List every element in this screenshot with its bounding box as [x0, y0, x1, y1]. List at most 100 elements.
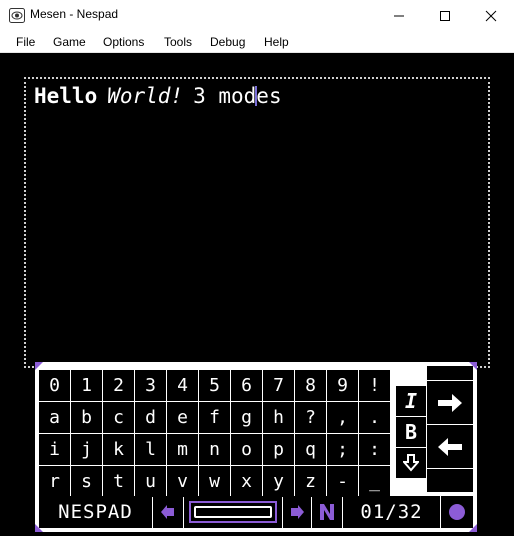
char-key[interactable]: d — [135, 402, 166, 433]
menu-bar: File Game Options Tools Debug Help — [0, 31, 514, 53]
char-key[interactable]: 3 — [135, 370, 166, 401]
menu-help[interactable]: Help — [264, 35, 289, 49]
bold-key[interactable]: B — [396, 417, 426, 447]
char-key[interactable]: 1 — [71, 370, 102, 401]
char-key[interactable]: . — [359, 402, 390, 433]
char-key-label: u — [145, 471, 156, 492]
word-world-italic: World! — [107, 84, 184, 108]
record-button[interactable] — [441, 496, 473, 528]
char-key[interactable]: o — [231, 434, 262, 465]
char-key-label: ! — [369, 375, 380, 396]
enter-key[interactable] — [427, 381, 473, 424]
window-title: Mesen - Nespad — [30, 7, 119, 21]
char-key[interactable]: x — [231, 466, 262, 497]
char-key[interactable]: , — [327, 402, 358, 433]
menu-file[interactable]: File — [16, 35, 35, 49]
char-key[interactable]: j — [71, 434, 102, 465]
prev-button[interactable] — [153, 496, 183, 528]
char-key-label: d — [145, 407, 156, 428]
char-key[interactable]: q — [295, 434, 326, 465]
minimize-button[interactable] — [376, 0, 422, 31]
char-key[interactable]: m — [167, 434, 198, 465]
char-key[interactable]: n — [199, 434, 230, 465]
char-key-label: ? — [305, 407, 316, 428]
char-key-label: _ — [369, 471, 380, 492]
backspace-key[interactable] — [427, 425, 473, 468]
char-key[interactable]: 0 — [39, 370, 70, 401]
char-key-label: 8 — [305, 375, 316, 396]
char-key[interactable]: f — [199, 402, 230, 433]
char-key-label: 2 — [113, 375, 124, 396]
page-indicator-label: 01/32 — [360, 501, 423, 523]
left-triangle-icon — [161, 505, 174, 519]
nespad-brand-label: NESPAD — [58, 501, 133, 523]
char-key-label: b — [81, 407, 92, 428]
char-key[interactable]: 8 — [295, 370, 326, 401]
char-key[interactable]: b — [71, 402, 102, 433]
char-key[interactable]: u — [135, 466, 166, 497]
char-key-label: a — [49, 407, 60, 428]
close-button[interactable] — [468, 0, 514, 31]
char-key-label: 1 — [81, 375, 92, 396]
char-key[interactable]: 7 — [263, 370, 294, 401]
maximize-button[interactable] — [422, 0, 468, 31]
char-key[interactable]: ? — [295, 402, 326, 433]
char-key-label: s — [81, 471, 92, 492]
mode-button[interactable] — [312, 496, 342, 528]
next-button[interactable] — [283, 496, 311, 528]
text-editor-area[interactable] — [24, 77, 490, 368]
char-key-label: w — [209, 471, 220, 492]
char-key[interactable]: k — [103, 434, 134, 465]
char-key[interactable]: 5 — [199, 370, 230, 401]
char-key[interactable]: l — [135, 434, 166, 465]
char-key[interactable]: g — [231, 402, 262, 433]
char-key[interactable]: 9 — [327, 370, 358, 401]
on-screen-keyboard: 0 1 2 3 4 5 6 7 8 9! a b c d e f g h?,. i j k l m n o p q;: r s t u v w x… — [35, 362, 477, 532]
right-arrow-icon — [438, 393, 462, 412]
scroll-thumb[interactable] — [189, 501, 277, 523]
menu-game[interactable]: Game — [53, 35, 86, 49]
mesen-app-icon — [9, 8, 25, 23]
char-key[interactable]: a — [39, 402, 70, 433]
char-key[interactable]: c — [103, 402, 134, 433]
char-key-label: - — [337, 471, 348, 492]
word-after-cursor: es — [256, 84, 282, 108]
char-key-label: z — [305, 471, 316, 492]
char-key-label: : — [369, 439, 380, 460]
char-key[interactable]: _ — [359, 466, 390, 497]
bold-key-label: B — [404, 420, 418, 444]
char-key[interactable]: ; — [327, 434, 358, 465]
char-key-label: , — [337, 407, 348, 428]
char-key[interactable]: : — [359, 434, 390, 465]
char-key[interactable]: - — [327, 466, 358, 497]
char-key[interactable]: i — [39, 434, 70, 465]
char-key-label: x — [241, 471, 252, 492]
char-key[interactable]: w — [199, 466, 230, 497]
char-key-label: m — [177, 439, 188, 460]
char-key-label: . — [369, 407, 380, 428]
shift-key[interactable] — [396, 448, 426, 478]
char-key[interactable]: 4 — [167, 370, 198, 401]
char-key-label: ; — [337, 439, 348, 460]
corner-decoration — [35, 362, 43, 370]
nespad-brand: NESPAD — [39, 496, 152, 528]
menu-debug[interactable]: Debug — [210, 35, 245, 49]
menu-options[interactable]: Options — [103, 35, 144, 49]
char-key[interactable]: 2 — [103, 370, 134, 401]
menu-tools[interactable]: Tools — [164, 35, 192, 49]
char-key[interactable]: y — [263, 466, 294, 497]
italic-key[interactable]: I — [396, 386, 426, 416]
char-key[interactable]: h — [263, 402, 294, 433]
char-key[interactable]: r — [39, 466, 70, 497]
char-key[interactable]: 6 — [231, 370, 262, 401]
char-key-label: v — [177, 471, 188, 492]
char-key[interactable]: v — [167, 466, 198, 497]
scroll-bar[interactable] — [184, 496, 282, 528]
char-key[interactable]: z — [295, 466, 326, 497]
char-key[interactable]: ! — [359, 370, 390, 401]
char-key[interactable]: t — [103, 466, 134, 497]
char-key[interactable]: s — [71, 466, 102, 497]
char-key[interactable]: p — [263, 434, 294, 465]
char-key-label: 3 — [145, 375, 156, 396]
char-key[interactable]: e — [167, 402, 198, 433]
